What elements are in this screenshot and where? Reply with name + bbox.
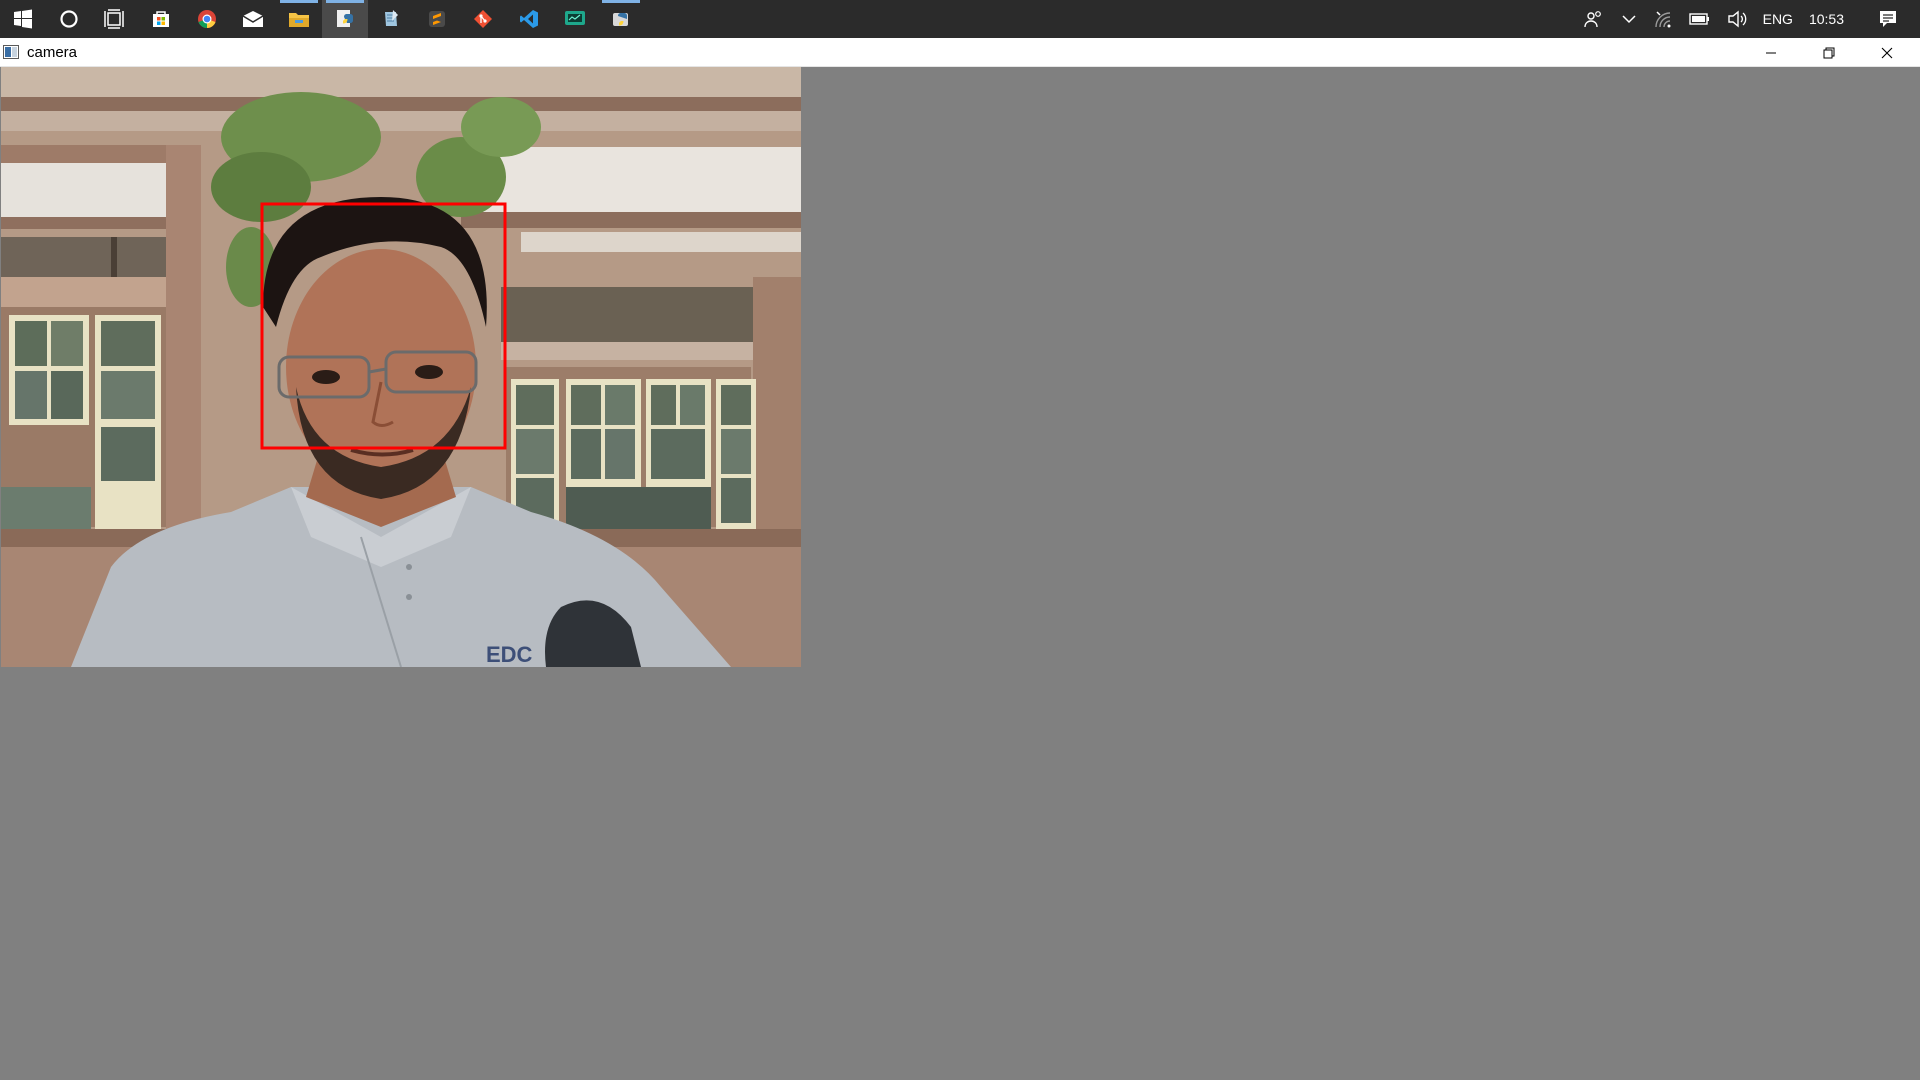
restore-button[interactable] xyxy=(1800,38,1858,67)
store-icon xyxy=(153,11,169,27)
system-tray: ENG 10:53 xyxy=(1575,0,1920,38)
task-view-icon xyxy=(104,9,124,29)
task-view-button[interactable] xyxy=(92,0,138,38)
notepad-button[interactable] xyxy=(368,0,414,38)
python-idle-button[interactable] xyxy=(322,0,368,38)
shirt-logo-text: EDC xyxy=(486,642,533,667)
taskbar: ENG 10:53 xyxy=(0,0,1920,38)
mail-icon xyxy=(242,11,264,27)
windows-start-icon xyxy=(14,9,32,29)
vscode-button[interactable] xyxy=(506,0,552,38)
show-hidden-icons-button[interactable] xyxy=(1613,0,1645,38)
app-window-icon xyxy=(3,45,19,59)
window-title: camera xyxy=(27,44,78,61)
git-button[interactable] xyxy=(460,0,506,38)
wifi-button[interactable] xyxy=(1645,0,1681,38)
battery-icon xyxy=(1688,13,1709,25)
camera-image: EDC xyxy=(1,67,801,667)
windows-start-button[interactable] xyxy=(0,0,46,38)
close-icon xyxy=(1881,47,1893,58)
action-center-button[interactable] xyxy=(1856,0,1920,38)
sublime-text-button[interactable] xyxy=(414,0,460,38)
chrome-button[interactable] xyxy=(184,0,230,38)
restore-icon xyxy=(1823,47,1835,58)
minimize-icon xyxy=(1766,52,1776,53)
language-indicator[interactable]: ENG xyxy=(1755,0,1801,38)
close-button[interactable] xyxy=(1858,38,1916,67)
python-idle-icon xyxy=(337,10,353,27)
action-center-icon xyxy=(1880,11,1896,27)
notepad-icon xyxy=(385,10,398,26)
vscode-icon xyxy=(520,10,538,28)
cortana-icon xyxy=(60,10,78,28)
people-button[interactable] xyxy=(1575,0,1613,38)
minimize-button[interactable] xyxy=(1742,38,1800,67)
monitor-app-icon xyxy=(565,11,585,25)
chrome-icon xyxy=(198,10,216,29)
camera-frame: EDC xyxy=(1,67,801,667)
file-explorer-icon xyxy=(289,13,309,27)
git-icon xyxy=(474,10,492,28)
python-shell-button[interactable] xyxy=(598,0,644,38)
battery-button[interactable] xyxy=(1681,0,1719,38)
sublime-text-icon xyxy=(429,11,445,27)
chevron-up-icon xyxy=(1622,15,1636,24)
volume-icon xyxy=(1727,10,1746,28)
file-explorer-button[interactable] xyxy=(276,0,322,38)
volume-button[interactable] xyxy=(1719,0,1755,38)
window-client-area: EDC xyxy=(0,67,1920,1080)
python-shell-icon xyxy=(613,13,628,26)
window-titlebar[interactable]: camera xyxy=(0,38,1920,67)
people-icon xyxy=(1583,11,1601,28)
mail-button[interactable] xyxy=(230,0,276,38)
store-button[interactable] xyxy=(138,0,184,38)
clock[interactable]: 10:53 xyxy=(1801,0,1852,38)
monitor-app-button[interactable] xyxy=(552,0,598,38)
cortana-button[interactable] xyxy=(46,0,92,38)
wifi-icon xyxy=(1654,11,1671,28)
